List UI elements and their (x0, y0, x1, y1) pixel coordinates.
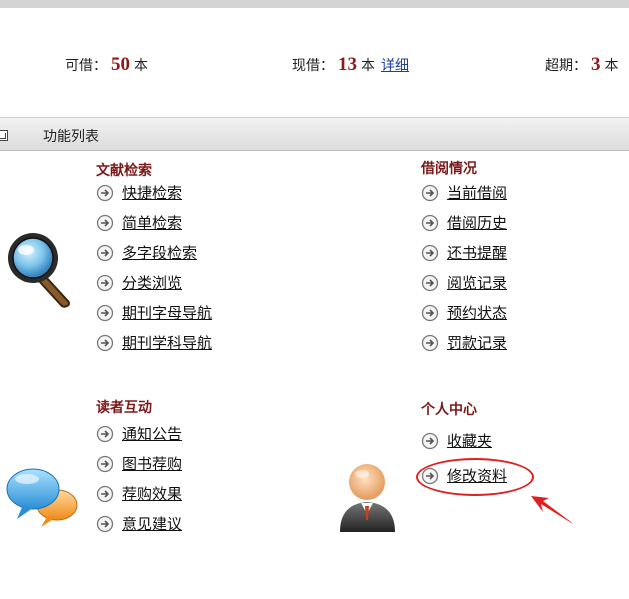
circle-arrow-right-icon (96, 425, 114, 443)
search-link-list: 快捷检索 简单检索 多字段检索 分类浏览 期刊字母导航 期刊学科导航 (96, 183, 212, 363)
circle-arrow-right-icon (421, 214, 439, 232)
link-simple-search[interactable]: 简单检索 (122, 215, 182, 232)
section-title-interact: 读者互动 (96, 399, 152, 415)
stat-borrowable-value: 50 (111, 54, 130, 75)
list-item: 期刊学科导航 (96, 333, 212, 363)
list-item: 阅览记录 (421, 273, 507, 303)
circle-arrow-right-icon (421, 432, 439, 450)
list-item: 图书荐购 (96, 454, 182, 484)
stat-overdue-label: 超期： (545, 57, 587, 73)
link-multi-field-search[interactable]: 多字段检索 (122, 245, 197, 262)
link-reading-record[interactable]: 阅览记录 (447, 275, 507, 292)
list-item: 当前借阅 (421, 183, 507, 213)
function-list-bar: 功能列表 (0, 117, 629, 151)
interact-link-list: 通知公告 图书荐购 荐购效果 意见建议 (96, 424, 182, 544)
list-item: 通知公告 (96, 424, 182, 454)
circle-arrow-right-icon (96, 274, 114, 292)
collapse-icon[interactable] (0, 130, 8, 141)
section-title-borrow: 借阅情况 (421, 160, 477, 176)
stat-overdue: 超期： 3 本 (545, 54, 619, 76)
highlight-circle (416, 458, 534, 496)
red-arrow-icon (531, 496, 573, 524)
person-icon (340, 464, 395, 532)
circle-arrow-right-icon (421, 184, 439, 202)
circle-arrow-right-icon (421, 304, 439, 322)
link-recommend-result[interactable]: 荐购效果 (122, 486, 182, 503)
circle-arrow-right-icon (96, 244, 114, 262)
link-fine-record[interactable]: 罚款记录 (447, 335, 507, 352)
link-borrow-history[interactable]: 借阅历史 (447, 215, 507, 232)
circle-arrow-right-icon (96, 485, 114, 503)
list-item: 意见建议 (96, 514, 182, 544)
section-title-personal: 个人中心 (421, 401, 477, 417)
stat-overdue-unit: 本 (604, 57, 619, 73)
link-category-browse[interactable]: 分类浏览 (122, 275, 182, 292)
section-borrow-status: 借阅情况 当前借阅 借阅历史 还书提醒 阅览记录 预约状态 罚款记录 (421, 158, 507, 363)
circle-arrow-right-icon (421, 244, 439, 262)
stat-current-label: 现借： (292, 57, 334, 73)
list-item: 借阅历史 (421, 213, 507, 243)
link-journal-alpha-nav[interactable]: 期刊字母导航 (122, 305, 212, 322)
function-list-title: 功能列表 (43, 128, 99, 144)
circle-arrow-right-icon (421, 274, 439, 292)
circle-arrow-right-icon (96, 515, 114, 533)
borrow-link-list: 当前借阅 借阅历史 还书提醒 阅览记录 预约状态 罚款记录 (421, 183, 507, 363)
stat-borrowable-label: 可借： (65, 57, 107, 73)
stat-overdue-value: 3 (591, 54, 601, 75)
link-current-borrow[interactable]: 当前借阅 (447, 185, 507, 202)
list-item: 预约状态 (421, 303, 507, 333)
circle-arrow-right-icon (421, 334, 439, 352)
circle-arrow-right-icon (96, 214, 114, 232)
list-item: 分类浏览 (96, 273, 212, 303)
stat-current-value: 13 (338, 54, 357, 75)
circle-arrow-right-icon (96, 455, 114, 473)
section-reader-interaction: 读者互动 通知公告 图书荐购 荐购效果 意见建议 (96, 397, 182, 544)
list-item: 快捷检索 (96, 183, 212, 213)
stat-current: 现借： 13 本详细 (292, 54, 409, 76)
chat-bubbles-icon (6, 468, 78, 527)
detail-link[interactable]: 详细 (381, 57, 409, 73)
circle-arrow-right-icon (96, 304, 114, 322)
list-item: 期刊字母导航 (96, 303, 212, 333)
circle-arrow-right-icon (96, 184, 114, 202)
stat-borrowable-unit: 本 (134, 57, 148, 73)
top-header-strip (0, 0, 629, 8)
list-item: 还书提醒 (421, 243, 507, 273)
list-item: 荐购效果 (96, 484, 182, 514)
link-book-recommend[interactable]: 图书荐购 (122, 456, 182, 473)
section-title-search: 文献检索 (96, 162, 152, 178)
link-feedback[interactable]: 意见建议 (122, 516, 182, 533)
borrow-stats-bar: 可借： 50 本 现借： 13 本详细 超期： 3 本 (0, 50, 629, 80)
link-journal-subject-nav[interactable]: 期刊学科导航 (122, 335, 212, 352)
link-return-reminder[interactable]: 还书提醒 (447, 245, 507, 262)
magnifier-icon (8, 233, 70, 308)
link-notices[interactable]: 通知公告 (122, 426, 182, 443)
link-favorites[interactable]: 收藏夹 (447, 433, 492, 450)
list-item: 多字段检索 (96, 243, 212, 273)
circle-arrow-right-icon (96, 334, 114, 352)
section-literature-search: 文献检索 快捷检索 简单检索 多字段检索 分类浏览 期刊字母导航 期刊学科导航 (96, 160, 212, 363)
list-item: 简单检索 (96, 213, 212, 243)
link-reservation-status[interactable]: 预约状态 (447, 305, 507, 322)
list-item: 罚款记录 (421, 333, 507, 363)
link-quick-search[interactable]: 快捷检索 (122, 185, 182, 202)
stat-borrowable: 可借： 50 本 (65, 54, 148, 76)
stat-current-unit: 本 (361, 57, 375, 73)
